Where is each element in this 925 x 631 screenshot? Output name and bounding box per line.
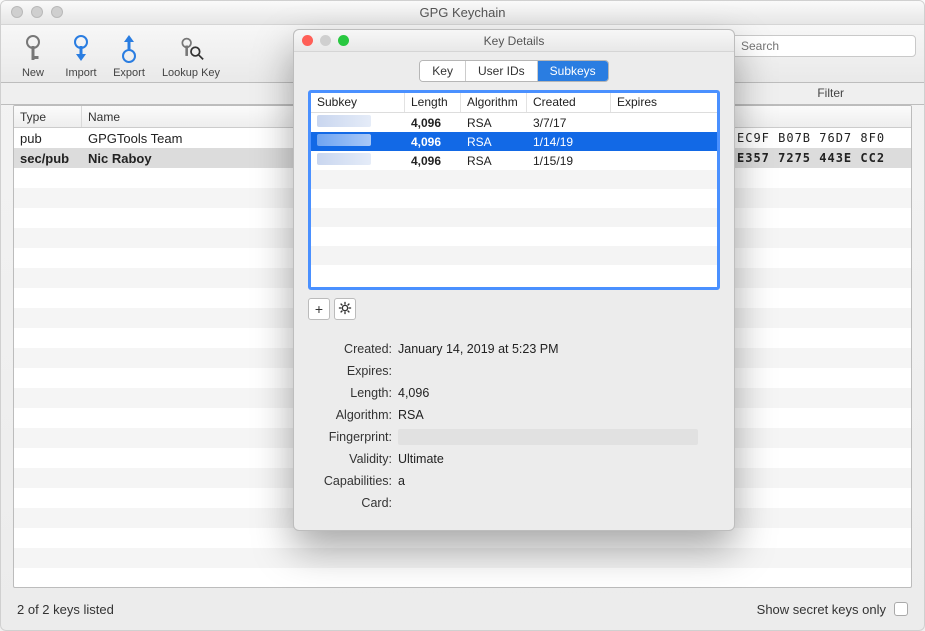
label-created: Created: xyxy=(308,342,398,356)
cell-type: pub xyxy=(14,131,82,146)
status-bar: 2 of 2 keys listed Show secret keys only xyxy=(1,588,924,630)
label-expires: Expires: xyxy=(308,364,398,378)
tab-key[interactable]: Key xyxy=(420,61,466,81)
subkey-rows: 4,096 RSA 3/7/17 4,096 RSA 1/14/19 xyxy=(311,113,717,287)
key-count: 2 of 2 keys listed xyxy=(17,602,114,617)
key-icon xyxy=(20,32,46,66)
subkey-actions-button[interactable] xyxy=(334,298,356,320)
cell-subkey xyxy=(311,134,405,149)
plus-icon: + xyxy=(315,301,323,317)
add-subkey-button[interactable]: + xyxy=(308,298,330,320)
secret-keys-toggle[interactable]: Show secret keys only xyxy=(757,602,908,617)
value-validity: Ultimate xyxy=(398,452,720,466)
minimize-icon[interactable] xyxy=(320,35,331,46)
minimize-icon[interactable] xyxy=(31,6,43,18)
value-length: 4,096 xyxy=(398,386,720,400)
cell-type: sec/pub xyxy=(14,151,82,166)
new-button[interactable]: New xyxy=(9,32,57,79)
modal-title: Key Details xyxy=(484,34,545,48)
gear-icon xyxy=(338,301,352,318)
secret-keys-label: Show secret keys only xyxy=(757,602,886,617)
subkey-details: Created:January 14, 2019 at 5:23 PM Expi… xyxy=(308,338,720,514)
col-length[interactable]: Length xyxy=(405,93,461,112)
value-created: January 14, 2019 at 5:23 PM xyxy=(398,342,720,356)
main-window: GPG Keychain New Import Export Lookup K xyxy=(0,0,925,631)
key-search-icon xyxy=(178,32,204,66)
subkey-toolbar: + xyxy=(308,298,720,320)
col-type[interactable]: Type xyxy=(14,106,82,127)
cell-subkey xyxy=(311,115,405,130)
key-down-icon xyxy=(68,32,94,66)
label-algorithm: Algorithm: xyxy=(308,408,398,422)
key-details-window: Key Details Key User IDs Subkeys Subkey … xyxy=(293,29,735,531)
filter-label[interactable]: Filter xyxy=(817,86,844,100)
modal-titlebar: Key Details xyxy=(294,30,734,52)
cell-algorithm: RSA xyxy=(461,135,527,149)
new-label: New xyxy=(22,67,44,79)
empty-row xyxy=(14,548,911,568)
export-label: Export xyxy=(113,67,145,79)
cell-algorithm: RSA xyxy=(461,154,527,168)
col-fingerprint[interactable] xyxy=(731,106,911,127)
cell-length: 4,096 xyxy=(405,154,461,168)
empty-row xyxy=(311,208,717,227)
tab-subkeys[interactable]: Subkeys xyxy=(538,61,608,81)
empty-row xyxy=(311,246,717,265)
lookup-label: Lookup Key xyxy=(162,67,220,79)
label-fingerprint: Fingerprint: xyxy=(308,430,398,444)
empty-row xyxy=(14,528,911,548)
subkey-row[interactable]: 4,096 RSA 3/7/17 xyxy=(311,113,717,132)
cell-subkey xyxy=(311,153,405,168)
close-icon[interactable] xyxy=(11,6,23,18)
label-card: Card: xyxy=(308,496,398,510)
empty-row xyxy=(311,227,717,246)
zoom-icon[interactable] xyxy=(51,6,63,18)
tab-userids[interactable]: User IDs xyxy=(466,61,538,81)
checkbox-icon[interactable] xyxy=(894,602,908,616)
window-controls xyxy=(11,6,63,18)
col-subkey[interactable]: Subkey xyxy=(311,93,405,112)
search-field[interactable] xyxy=(716,35,916,57)
cell-created: 1/15/19 xyxy=(527,154,611,168)
empty-row xyxy=(311,265,717,284)
window-title: GPG Keychain xyxy=(420,5,506,20)
label-validity: Validity: xyxy=(308,452,398,466)
col-algorithm[interactable]: Algorithm xyxy=(461,93,527,112)
tab-group: Key User IDs Subkeys xyxy=(419,60,608,82)
subkey-table: Subkey Length Algorithm Created Expires … xyxy=(308,90,720,290)
subkey-row[interactable]: 4,096 RSA 1/14/19 xyxy=(311,132,717,151)
lookup-button[interactable]: Lookup Key xyxy=(153,32,229,79)
cell-fingerprint: EC9F B07B 76D7 8F0 xyxy=(731,131,911,145)
export-button[interactable]: Export xyxy=(105,32,153,79)
modal-window-controls xyxy=(302,35,349,46)
value-fingerprint xyxy=(398,429,720,445)
cell-length: 4,096 xyxy=(405,116,461,130)
empty-row xyxy=(311,189,717,208)
value-algorithm: RSA xyxy=(398,408,720,422)
label-length: Length: xyxy=(308,386,398,400)
value-capabilities: a xyxy=(398,474,720,488)
cell-created: 1/14/19 xyxy=(527,135,611,149)
empty-row xyxy=(311,170,717,189)
import-label: Import xyxy=(65,67,96,79)
cell-created: 3/7/17 xyxy=(527,116,611,130)
cell-fingerprint: E357 7275 443E CC2 xyxy=(731,151,911,165)
col-created[interactable]: Created xyxy=(527,93,611,112)
search-input[interactable] xyxy=(739,38,909,54)
close-icon[interactable] xyxy=(302,35,313,46)
col-expires[interactable]: Expires xyxy=(611,93,717,112)
zoom-icon[interactable] xyxy=(338,35,349,46)
key-up-icon xyxy=(116,32,142,66)
titlebar: GPG Keychain xyxy=(1,1,924,25)
cell-algorithm: RSA xyxy=(461,116,527,130)
subkey-header: Subkey Length Algorithm Created Expires xyxy=(311,93,717,113)
import-button[interactable]: Import xyxy=(57,32,105,79)
label-capabilities: Capabilities: xyxy=(308,474,398,488)
subkey-row[interactable]: 4,096 RSA 1/15/19 xyxy=(311,151,717,170)
cell-length: 4,096 xyxy=(405,135,461,149)
